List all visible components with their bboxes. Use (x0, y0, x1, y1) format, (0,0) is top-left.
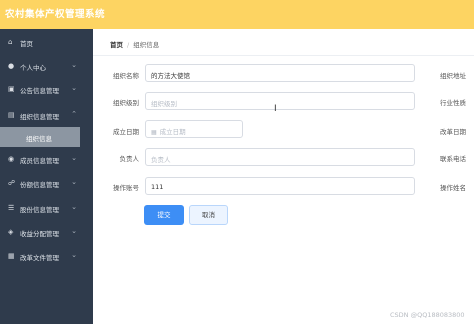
breadcrumb: 首页 / 组织信息 (110, 39, 159, 49)
sidebar-subitem-label: 组织信息 (26, 135, 52, 143)
sidebar-item-label: 成员信息管理 (20, 157, 59, 165)
calendar-icon: ▦ (151, 129, 157, 136)
manager-label: 负责人 (119, 155, 140, 163)
sidebar-item-stock[interactable]: ☰ 股份信息管理 ⌄ (0, 197, 93, 219)
sidebar-item-org[interactable]: ▤ 组织信息管理 ⌃ (0, 104, 93, 126)
operator-name-label: 操作姓名 (440, 184, 466, 192)
sidebar-item-share[interactable]: ☍ 份额信息管理 ⌄ (0, 172, 93, 194)
chevron-down-icon: ⌄ (71, 84, 77, 92)
user-icon: ● (8, 62, 15, 70)
chevron-up-icon: ⌃ (71, 110, 77, 118)
manager-input[interactable]: 负责人 (145, 148, 415, 166)
operator-account-input[interactable]: 111 (145, 177, 415, 195)
org-name-label: 组织名称 (113, 72, 139, 80)
breadcrumb-bar: 首页 / 组织信息 (93, 29, 474, 56)
sidebar-item-label: 份额信息管理 (20, 181, 59, 189)
chevron-down-icon: ⌄ (71, 203, 77, 211)
breadcrumb-home[interactable]: 首页 (110, 41, 123, 49)
app-title: 农村集体产权管理系统 (5, 9, 106, 20)
sidebar-item-label: 收益分配管理 (20, 230, 59, 238)
org-address-label: 组织地址 (440, 72, 466, 80)
org-level-label: 组织级别 (113, 99, 139, 107)
share-icon: ☍ (8, 179, 16, 187)
sidebar-item-personal-center[interactable]: ● 个人中心 ⌄ (0, 55, 93, 77)
sidebar-item-income[interactable]: ◈ 收益分配管理 ⌄ (0, 221, 93, 243)
sidebar-item-home[interactable]: ⌂ 首页 (0, 31, 93, 53)
phone-label: 联系电话 (440, 155, 466, 163)
chevron-down-icon: ⌄ (71, 154, 77, 162)
members-icon: ◉ (8, 155, 15, 163)
sidebar-item-members[interactable]: ◉ 成员信息管理 ⌄ (0, 148, 93, 170)
chevron-down-icon: ⌄ (71, 251, 77, 259)
sidebar-item-label: 组织信息管理 (20, 113, 59, 121)
chevron-down-icon: ⌄ (71, 178, 77, 186)
stock-icon: ☰ (8, 204, 15, 212)
income-icon: ◈ (8, 228, 14, 236)
chevron-down-icon: ⌄ (71, 227, 77, 235)
founded-date-picker[interactable]: ▦ 成立日期 (145, 120, 243, 138)
industry-type-label: 行业性质 (440, 99, 466, 107)
watermark: CSDN @QQ188083800 (390, 311, 465, 319)
breadcrumb-current: 组织信息 (133, 41, 160, 49)
org-icon: ▤ (8, 111, 15, 119)
chevron-down-icon: ⌄ (71, 61, 77, 69)
breadcrumb-separator: / (127, 41, 130, 49)
sidebar-item-label: 公告信息管理 (20, 87, 59, 95)
sidebar-item-label: 首页 (20, 40, 33, 48)
text-cursor-icon: I (274, 104, 277, 114)
file-icon: ▦ (8, 252, 15, 260)
sidebar-item-label: 股份信息管理 (20, 206, 59, 214)
sidebar-subitem-org-info[interactable]: 组织信息 (0, 127, 80, 147)
reform-date-label: 改革日期 (440, 128, 466, 136)
founded-date-placeholder: 成立日期 (159, 128, 186, 136)
sidebar-item-label: 改革文件管理 (20, 254, 59, 262)
top-bar: 农村集体产权管理系统 (0, 0, 474, 29)
sidebar-item-files[interactable]: ▦ 改革文件管理 ⌄ (0, 245, 93, 267)
founded-date-label: 成立日期 (113, 128, 139, 136)
sidebar: ⌂ 首页 ● 个人中心 ⌄ ▣ 公告信息管理 ⌄ ▤ 组织信息管理 ⌃ 组织信息… (0, 29, 93, 324)
submit-button[interactable]: 提交 (144, 205, 184, 225)
org-name-input[interactable]: 的方法大使馆 (145, 64, 415, 82)
sidebar-item-notice[interactable]: ▣ 公告信息管理 ⌄ (0, 78, 93, 100)
operator-account-label: 操作账号 (113, 184, 139, 192)
cancel-button[interactable]: 取消 (189, 205, 228, 225)
home-icon: ⌂ (8, 38, 13, 46)
main-content: 首页 / 组织信息 组织名称 的方法大使馆 组织级别 组织级别 成立日期 ▦ 成立日期… (93, 29, 474, 324)
notice-icon: ▣ (8, 85, 15, 93)
org-level-input[interactable]: 组织级别 (145, 92, 415, 110)
sidebar-item-label: 个人中心 (20, 64, 46, 72)
